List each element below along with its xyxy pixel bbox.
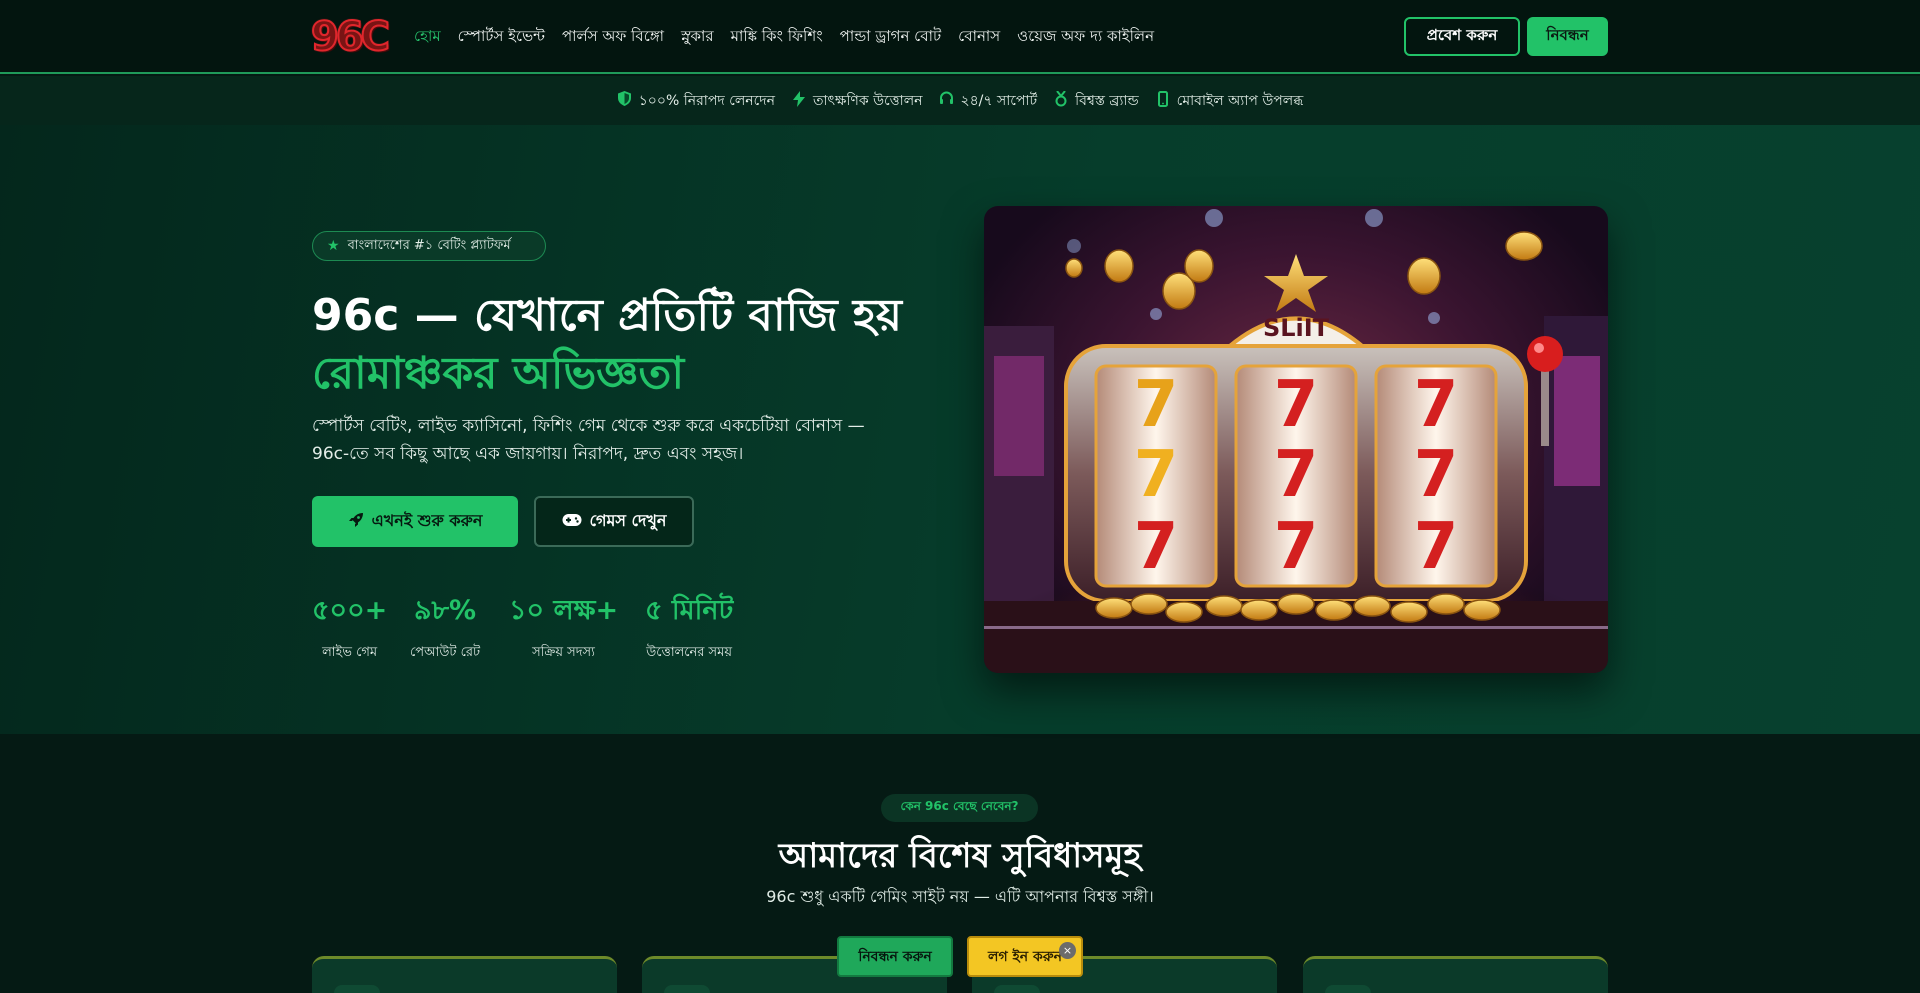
trust-bar: ১০০% নিরাপদ লেনদেন তাৎক্ষণিক উত্তোলন ২৪/… [0, 76, 1920, 125]
stat-withdraw-time: ৫ মিনিট উত্তোলনের সময় [645, 590, 733, 664]
mobile-icon [1155, 90, 1171, 111]
nav-item-sports-events[interactable]: স্পোর্টস ইভেন্ট [458, 25, 545, 50]
feature-icon [664, 985, 710, 993]
svg-text:7: 7 [1414, 438, 1459, 512]
svg-text:7: 7 [1274, 510, 1319, 584]
stat-active-members: ১০ লক্ষ+ সক্রিয় সদস্য [509, 590, 618, 664]
headset-icon [938, 91, 954, 110]
svg-text:7: 7 [1134, 438, 1179, 512]
trust-item-mobile: মোবাইল অ্যাপ উপলব্ধ [1155, 89, 1304, 113]
register-button[interactable]: নিবন্ধন [1527, 17, 1608, 56]
stat-value: ৫০০+ [312, 595, 388, 626]
stat-live-games: ৫০০+ লাইভ গেম [312, 590, 387, 664]
trust-label: মোবাইল অ্যাপ উপলব্ধ [1176, 92, 1304, 109]
features-title: আমাদের বিশেষ সুবিধাসমূহ [778, 836, 1142, 876]
trust-label: তাৎক্ষণিক উত্তোলন [812, 92, 923, 109]
stat-label: সক্রিয় সদস্য [532, 645, 595, 660]
trust-label: বিশ্বস্ত ব্র্যান্ড [1075, 92, 1139, 109]
nav-item-pearls-of-bingo[interactable]: পার্লস অফ বিঙ্গো [562, 25, 664, 50]
stat-value: ১০ লক্ষ+ [509, 595, 619, 626]
site-logo[interactable]: 96C [310, 13, 391, 61]
svg-text:7: 7 [1134, 368, 1179, 442]
feature-icon [994, 985, 1040, 993]
start-now-button[interactable]: এখনই শুরু করুন [312, 496, 518, 547]
nav-item-monkey-king-fishing[interactable]: মাঙ্কি কিং ফিশিং [731, 25, 823, 50]
svg-text:7: 7 [1414, 510, 1459, 584]
award-icon [1053, 89, 1069, 111]
start-now-label: এখনই শুরু করুন [371, 511, 483, 530]
stat-value: ৫ মিনিট [645, 595, 734, 626]
trust-item-withdraw: তাৎক্ষণিক উত্তোলন [791, 89, 923, 113]
slot-machine-illustration: SLiIT 7 7 7 7 7 7 7 7 7 [984, 209, 1608, 673]
features-subtitle: 96c শুধু একটি গেমিং সাইট নয় — এটি আপনার… [766, 887, 1154, 906]
hero-badge-label: বাংলাদেশের #১ বেটিং প্ল্যাটফর্ম [347, 237, 511, 253]
nav-item-panda-dragon-boat[interactable]: পান্ডা ড্রাগন বোট [840, 25, 942, 50]
feature-card [1303, 956, 1608, 993]
feature-card [312, 956, 617, 993]
star-icon: ★ [327, 238, 340, 254]
why-choose-badge: কেন 96c বেছে নেবেন? [881, 794, 1038, 822]
feature-icon [1325, 985, 1371, 993]
svg-text:7: 7 [1274, 438, 1319, 512]
trust-item-support: ২৪/৭ সাপোর্ট [938, 89, 1037, 113]
hero-title-highlight: রোমাঞ্চকর অভিজ্ঞতা [312, 348, 685, 399]
lightning-icon [791, 90, 807, 111]
stat-label: পেআউট রেট [410, 645, 481, 660]
hero-description: স্পোর্টস বেটিং, লাইভ ক্যাসিনো, ফিশিং গেম… [312, 416, 865, 464]
hero-slot-machine-image: SLiIT 7 7 7 7 7 7 7 7 7 [984, 206, 1608, 673]
trust-item-secure: ১০০% নিরাপদ লেনদেন [617, 89, 775, 113]
gamepad-icon [562, 512, 582, 531]
nav-item-ways-of-qilin[interactable]: ওয়েজ অফ দ্য কাইলিন [1017, 25, 1154, 50]
hero-section [0, 125, 1920, 734]
stat-value: ৯৮% [414, 595, 477, 626]
sticky-register-button[interactable]: নিবন্ধন করুন [837, 936, 953, 977]
main-nav: হোম স্পোর্টস ইভেন্ট পার্লস অফ বিঙ্গো স্ন… [414, 0, 1171, 74]
nav-item-snooker[interactable]: স্নুকার [681, 25, 714, 50]
nav-item-bonus[interactable]: বোনাস [958, 25, 1000, 50]
svg-text:7: 7 [1134, 510, 1179, 584]
svg-text:7: 7 [1274, 368, 1319, 442]
close-icon[interactable]: × [1059, 942, 1076, 959]
shield-icon [617, 91, 633, 110]
stat-label: উত্তোলনের সময় [646, 645, 733, 660]
hero-badge: ★ বাংলাদেশের #১ বেটিং প্ল্যাটফর্ম [312, 231, 546, 261]
top-header: 96C হোম স্পোর্টস ইভেন্ট পার্লস অফ বিঙ্গো… [0, 0, 1920, 74]
slot-sign-text: SLiIT [1263, 314, 1330, 342]
trust-label: ২৪/৭ সাপোর্ট [960, 92, 1038, 109]
stat-label: লাইভ গেম [322, 645, 378, 660]
trust-label: ১০০% নিরাপদ লেনদেন [638, 92, 775, 109]
stat-payout-rate: ৯৮% পেআউট রেট [410, 590, 480, 664]
feature-icon [334, 985, 380, 993]
nav-item-home[interactable]: হোম [414, 25, 441, 50]
view-games-label: গেমস দেখুন [589, 511, 667, 530]
svg-text:7: 7 [1414, 368, 1459, 442]
login-button[interactable]: প্রবেশ করুন [1404, 17, 1520, 56]
view-games-button[interactable]: গেমস দেখুন [534, 496, 694, 547]
rocket-icon [348, 512, 364, 532]
trust-item-brand: বিশ্বস্ত ব্র্যান্ড [1053, 89, 1139, 113]
